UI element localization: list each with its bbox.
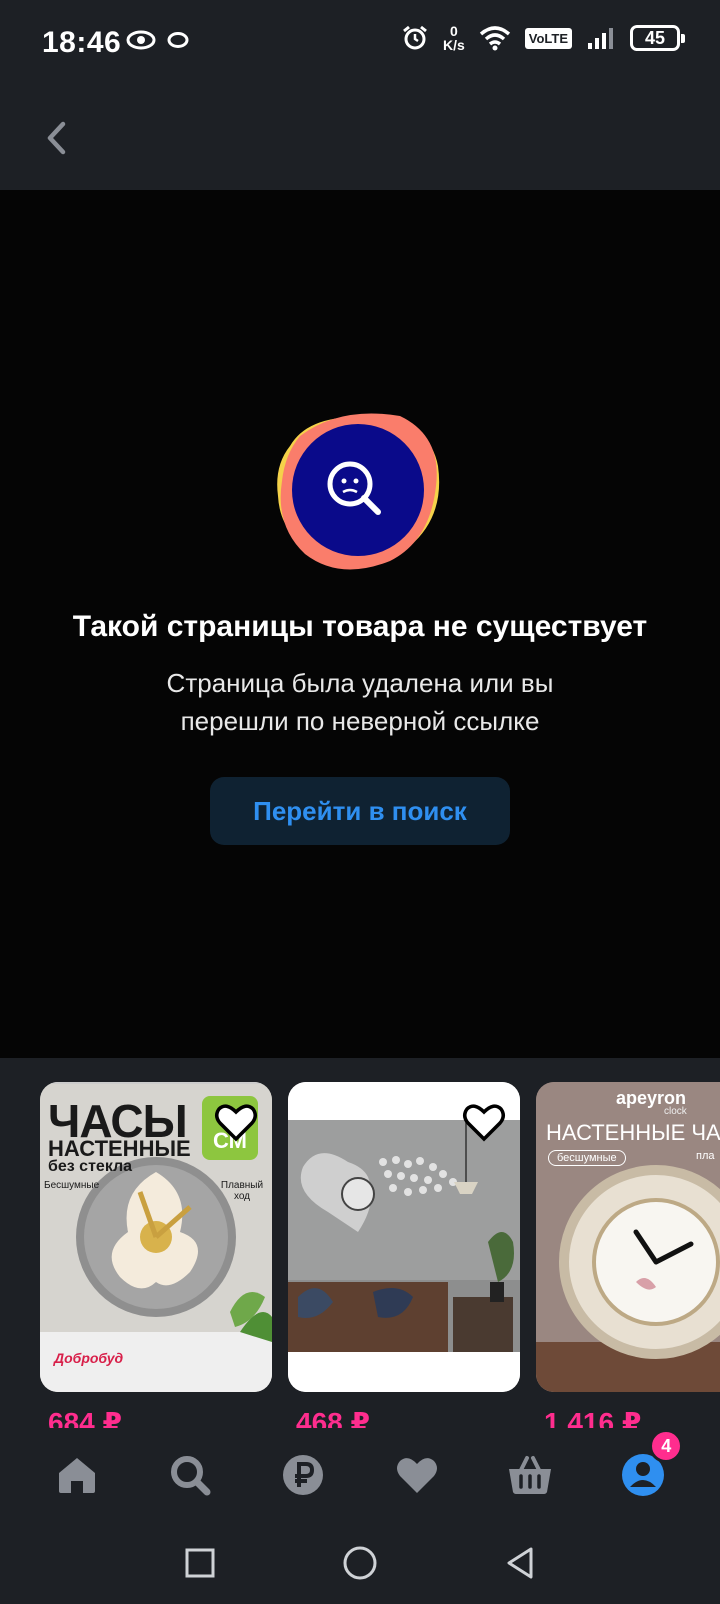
ruble-icon [283,1455,324,1495]
heart-icon [396,1458,437,1493]
recent-apps-button[interactable] [175,1538,225,1588]
product-price: 684 ₽ [48,1407,122,1428]
product-card[interactable]: ЧАСЫ НАСТЕННЫЕ без стекла Бесшумные Плав… [40,1082,272,1392]
card-image-note: бесшумные [548,1150,626,1166]
card-image-note: без стекла [48,1158,133,1175]
product-card[interactable]: apeyron clock НАСТЕННЫЕ ЧА бесшумные пла [536,1082,720,1392]
top-nav [0,88,720,190]
square-icon [185,1548,215,1578]
tab-finance[interactable] [273,1445,333,1505]
ring-icon [167,32,189,48]
status-left-icons [126,30,190,50]
product-price: 1 416 ₽ [544,1407,642,1428]
product-card[interactable] [288,1082,520,1392]
card-image-title: НАСТЕННЫЕ ЧА [546,1120,720,1145]
battery-level: 45 [644,27,666,48]
circle-icon [343,1546,377,1580]
go-to-search-button[interactable]: Перейти в поиск [210,777,510,845]
error-title: Такой страницы товара не существует [72,610,648,643]
notification-badge: 4 [649,1429,684,1463]
status-time: 18:46 [42,26,122,59]
recommendations-carousel[interactable]: ЧАСЫ НАСТЕННЫЕ без стекла Бесшумные Плав… [0,1058,720,1428]
heart-icon[interactable] [462,1102,506,1142]
product-price: 468 ₽ [296,1407,370,1428]
chevron-left-icon [47,121,66,155]
error-state: Такой страницы товара не существует Стра… [0,190,720,1058]
battery-indicator: 45 [630,25,685,51]
card-image-brand-sub: clock [664,1106,687,1117]
net-speed: 0 K/s [443,24,465,52]
volte-badge: VoLTE [524,27,572,49]
card-image-feature-right: Плавный ход [220,1180,264,1202]
bottom-tab-bar: 4 [0,1428,720,1522]
alarm-icon [403,25,427,50]
triangle-back-icon [507,1547,533,1579]
wifi-icon [479,26,510,51]
card-image-brand: Добробуд [54,1350,124,1366]
eye-icon [126,30,156,50]
not-found-illustration [277,413,440,570]
card-image-feature-left: Бесшумные [44,1180,100,1191]
net-speed-value: 0 [449,23,458,39]
tab-search[interactable] [160,1445,220,1505]
tab-home[interactable] [47,1445,107,1505]
search-icon [170,1456,211,1496]
status-bar: 18:46 0 K/s VoLTE 45 [0,0,720,88]
back-button[interactable] [30,112,82,164]
home-icon [58,1458,95,1493]
tab-favorites[interactable] [387,1445,447,1505]
error-description: Страница была удалена или вы перешли по … [166,668,554,736]
system-navigation-bar [0,1522,720,1604]
tab-cart[interactable] [500,1445,560,1505]
status-right-icons: 0 K/s VoLTE 45 [401,24,685,52]
net-speed-unit: K/s [442,37,465,53]
signal-icon [588,28,613,49]
tab-profile[interactable]: 4 [613,1429,684,1505]
heart-icon[interactable] [214,1102,258,1142]
basket-icon [508,1456,551,1494]
card-image-corner: пла [696,1150,715,1162]
home-system-button[interactable] [335,1538,385,1588]
back-system-button[interactable] [495,1538,545,1588]
